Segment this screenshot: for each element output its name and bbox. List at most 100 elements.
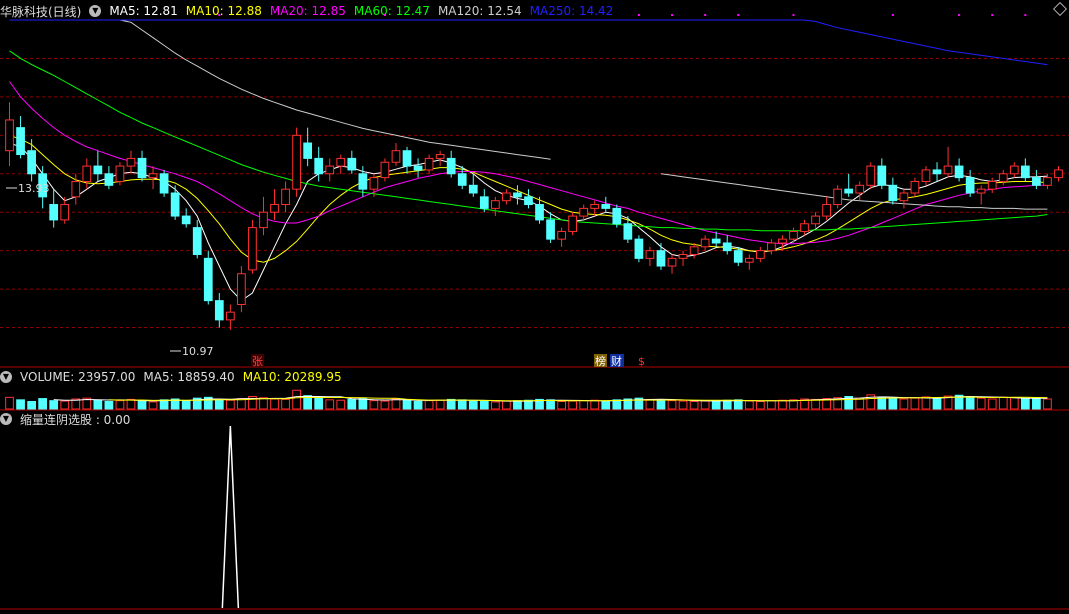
volume-bar xyxy=(457,399,467,410)
volume-bar xyxy=(1032,397,1041,410)
volume-bar xyxy=(402,399,412,410)
candle-body xyxy=(170,192,180,217)
volume-bar xyxy=(27,401,36,410)
volume-bar xyxy=(678,400,688,410)
volume-bar xyxy=(700,400,710,410)
volume-bar xyxy=(490,401,500,410)
volume-bar xyxy=(1043,398,1052,410)
candle-body xyxy=(1043,177,1052,186)
volume-bar xyxy=(292,389,301,410)
volume-bar xyxy=(568,400,578,410)
candle-body xyxy=(104,173,114,186)
ma250-line xyxy=(9,19,1048,66)
grid-lines xyxy=(0,57,1069,610)
moving-average-lines xyxy=(9,19,1048,302)
candle-body xyxy=(435,154,445,159)
candle-body xyxy=(634,238,644,259)
candle-body xyxy=(932,169,942,175)
candle-body xyxy=(689,246,699,256)
candle-body xyxy=(225,311,235,321)
volume-bar xyxy=(722,399,732,410)
candle-body xyxy=(292,134,301,190)
volume-bar xyxy=(778,399,787,410)
candle-body xyxy=(877,165,887,186)
candle-body xyxy=(711,238,721,244)
candle-body xyxy=(612,207,622,225)
candle-body xyxy=(325,165,335,175)
volume-bar xyxy=(369,400,379,410)
candle-body xyxy=(755,250,765,259)
candle-body xyxy=(314,157,324,175)
signal-dot xyxy=(218,14,221,16)
volume-bar xyxy=(126,398,136,410)
volume-bar xyxy=(49,400,59,410)
volume-bar xyxy=(899,398,909,410)
volume-bar xyxy=(259,397,268,410)
candle-body xyxy=(513,192,522,198)
volume-bar xyxy=(148,401,158,410)
candle-body xyxy=(347,157,357,171)
candle-body xyxy=(446,157,456,175)
candle-body xyxy=(137,157,147,179)
ma5-line xyxy=(9,142,1048,302)
candle-body xyxy=(667,257,677,267)
candle-body xyxy=(722,242,732,252)
candle-body xyxy=(5,119,14,152)
candle-body xyxy=(767,242,776,252)
volume-bar xyxy=(38,398,48,410)
candle-body xyxy=(987,180,997,190)
marker-bang[interactable]: 榜 xyxy=(595,354,606,368)
candle-body xyxy=(976,188,986,194)
signal-dot xyxy=(637,14,640,16)
candle-body xyxy=(1020,165,1030,179)
candle-body xyxy=(921,169,931,182)
volume-bar xyxy=(888,398,898,410)
volume-bar xyxy=(546,399,555,410)
volume-bar xyxy=(181,400,191,410)
candle-body xyxy=(502,192,511,202)
volume-bar xyxy=(755,401,765,410)
candle-body xyxy=(623,223,633,240)
candle-body xyxy=(490,200,500,209)
candle-body xyxy=(60,204,70,221)
volume-bar xyxy=(358,398,368,410)
volume-bar xyxy=(270,398,279,410)
volume-bar xyxy=(479,401,489,410)
volume-bar xyxy=(711,400,721,410)
volume-bar xyxy=(347,398,357,410)
candle-body xyxy=(27,150,36,175)
candle-body xyxy=(16,127,25,156)
candle-body xyxy=(590,204,600,209)
marker-cai[interactable]: 财 xyxy=(611,354,622,368)
candle-body xyxy=(1009,165,1019,175)
volume-bar xyxy=(502,400,511,410)
candle-body xyxy=(281,188,290,206)
marker-dollar[interactable]: $ xyxy=(638,355,645,368)
candle-body xyxy=(402,150,412,167)
candle-body xyxy=(524,196,533,206)
signal-dot xyxy=(704,14,707,16)
candle-body xyxy=(943,165,953,175)
candle-body xyxy=(336,157,346,167)
volume-bar xyxy=(965,396,975,410)
candle-body xyxy=(998,173,1008,182)
candle-body xyxy=(457,173,467,186)
volume-bar xyxy=(998,396,1008,410)
kline-chart[interactable]: 13.93 10.97 张 榜 财 $ xyxy=(0,0,1069,614)
volume-bar xyxy=(5,396,14,410)
marker-zhang[interactable]: 张 xyxy=(252,355,263,368)
volume-bar xyxy=(336,399,346,410)
volume-bar xyxy=(601,400,611,410)
volume-bar xyxy=(281,398,290,410)
candle-body xyxy=(535,204,544,221)
candle-body xyxy=(811,215,820,225)
candle-body xyxy=(248,227,257,271)
candle-body xyxy=(778,238,787,244)
candle-body xyxy=(800,223,809,232)
candle-body xyxy=(71,180,81,198)
candle-body xyxy=(833,188,843,206)
volume-bar xyxy=(104,401,114,410)
volume-bar xyxy=(468,400,478,410)
volume-bar xyxy=(446,398,456,410)
volume-bar xyxy=(767,400,776,410)
